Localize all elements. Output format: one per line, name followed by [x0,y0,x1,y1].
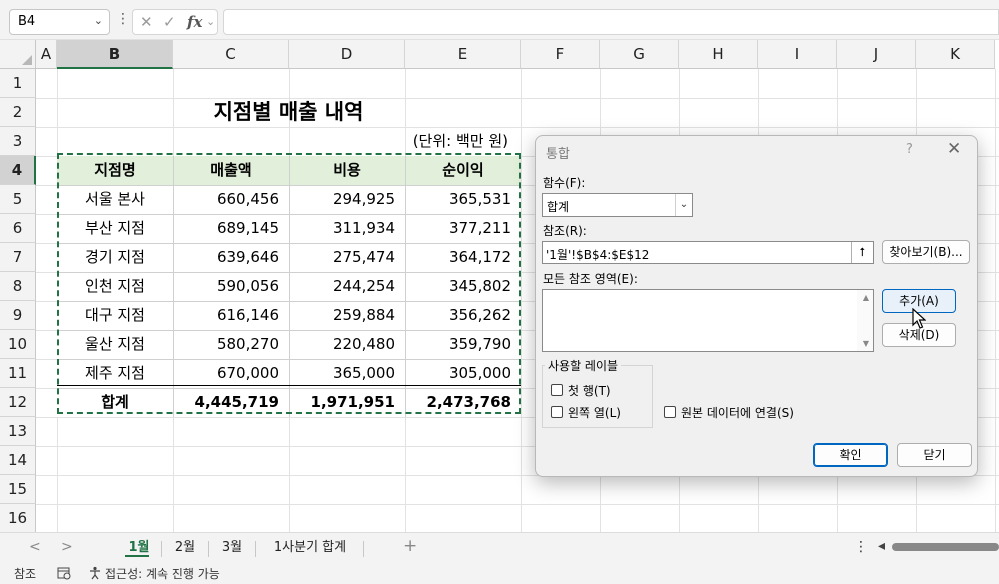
reference-input[interactable]: '1월'!$B$4:$E$12 ⭡ [542,241,874,264]
column-header[interactable]: G [600,40,679,69]
dialog-title: 통합 [546,147,570,162]
more-options-icon[interactable]: ⋮ [854,539,868,555]
name-box[interactable]: B4 ⌄ [9,9,110,35]
row-header[interactable]: 11 [0,359,36,388]
enter-icon[interactable]: ✓ [163,13,176,31]
column-header[interactable]: J [837,40,916,69]
use-labels-group-title: 사용할 레이블 [545,357,622,374]
link-source-label[interactable]: 원본 데이터에 연결(S) [681,404,794,421]
function-label: 함수(F): [543,176,586,190]
formula-input[interactable] [223,9,999,35]
all-references-list[interactable]: ▲ ▼ [542,289,874,352]
function-select-value: 합계 [547,200,570,214]
function-select[interactable]: 합계 ⌄ [542,193,693,217]
sheet-title[interactable]: 지점별 매출 내역 [173,98,404,127]
row-header[interactable]: 5 [0,185,36,214]
sheet-tab-bar: < > 1월 2월 3월 1사분기 합계 + ⋮ ◂ [0,532,999,562]
gridline [36,127,999,128]
column-header[interactable]: E [405,40,521,69]
all-references-label: 모든 참조 영역(E): [543,272,638,286]
fx-dropdown-icon[interactable]: ⌄ [206,15,215,28]
horizontal-scrollbar[interactable] [892,543,999,551]
row-header[interactable]: 9 [0,301,36,330]
tab-separator [208,541,209,557]
left-column-label[interactable]: 왼쪽 열(L) [568,404,621,421]
top-row-checkbox[interactable] [551,384,563,396]
cancel-icon[interactable]: ✕ [140,13,153,31]
row-header[interactable]: 8 [0,272,36,301]
sheet-tab-q1-total[interactable]: 1사분기 합계 [259,536,361,560]
tab-separator [161,541,162,557]
insert-function-icon[interactable]: fx [187,13,202,31]
reference-label: 참조(R): [543,224,587,238]
next-sheet-icon[interactable]: > [61,539,73,555]
sheet-tab-2[interactable]: 2월 [166,536,204,560]
left-column-checkbox[interactable] [551,406,563,418]
chevron-down-icon[interactable]: ⌄ [675,194,692,216]
select-all-corner[interactable] [0,40,36,69]
column-header[interactable]: K [916,40,995,69]
macro-recording-icon[interactable] [57,566,71,580]
row-header[interactable]: 7 [0,243,36,272]
row-header[interactable]: 6 [0,214,36,243]
close-icon[interactable]: ✕ [947,139,961,159]
formula-bar: B4 ⌄ ⋮ ✕ ✓ fx ⌄ [0,0,999,40]
browse-button[interactable]: 찾아보기(B)... [882,240,970,264]
more-options-icon[interactable]: ⋮ [116,11,130,27]
row-header[interactable]: 3 [0,127,36,156]
gridline [36,504,999,505]
mouse-cursor-icon [912,308,926,329]
add-sheet-icon[interactable]: + [403,536,417,556]
scroll-left-icon[interactable]: ◂ [878,538,885,554]
scroll-down-icon[interactable]: ▼ [863,339,869,348]
active-tab-indicator [125,555,149,557]
tab-separator [255,541,256,557]
row-header[interactable]: 4 [0,156,36,185]
scroll-up-icon[interactable]: ▲ [863,293,869,302]
ok-button[interactable]: 확인 [813,443,888,467]
accessibility-icon[interactable] [88,566,102,580]
sheet-tab-3[interactable]: 3월 [213,536,251,560]
column-header[interactable]: C [173,40,289,69]
row-header[interactable]: 2 [0,98,36,127]
column-header[interactable]: D [289,40,405,69]
name-box-dropdown-icon[interactable]: ⌄ [94,14,103,27]
close-button[interactable]: 닫기 [897,443,972,467]
help-icon[interactable]: ? [906,142,913,157]
link-source-checkbox[interactable] [664,406,676,418]
row-header[interactable]: 16 [0,504,36,532]
row-header[interactable]: 10 [0,330,36,359]
status-mode: 참조 [14,567,37,581]
list-scrollbar[interactable]: ▲ ▼ [857,290,873,351]
name-box-value: B4 [18,14,36,29]
tab-separator [363,541,364,557]
formula-buttons: ✕ ✓ fx ⌄ [132,9,218,35]
column-header[interactable]: B [57,40,173,69]
prev-sheet-icon[interactable]: < [29,539,41,555]
top-row-label[interactable]: 첫 행(T) [568,382,611,399]
status-bar: 참조 접근성: 계속 진행 가능 [0,562,999,584]
unit-note[interactable]: (단위: 백만 원) [404,127,514,156]
column-header[interactable]: H [679,40,758,69]
collapse-dialog-icon[interactable]: ⭡ [851,242,873,263]
row-header[interactable]: 1 [0,69,36,98]
row-header[interactable]: 13 [0,417,36,446]
reference-input-value: '1월'!$B$4:$E$12 [546,248,650,262]
copy-selection-marquee [57,153,521,414]
column-header[interactable]: A [36,40,57,69]
consolidate-dialog: 통합 ? ✕ 함수(F): 합계 ⌄ 참조(R): '1월'!$B$4:$E$1… [535,135,978,477]
column-header[interactable]: I [758,40,837,69]
row-header[interactable]: 12 [0,388,36,417]
row-header[interactable]: 15 [0,475,36,504]
accessibility-status[interactable]: 접근성: 계속 진행 가능 [105,565,220,582]
column-header[interactable]: F [521,40,600,69]
row-header[interactable]: 14 [0,446,36,475]
